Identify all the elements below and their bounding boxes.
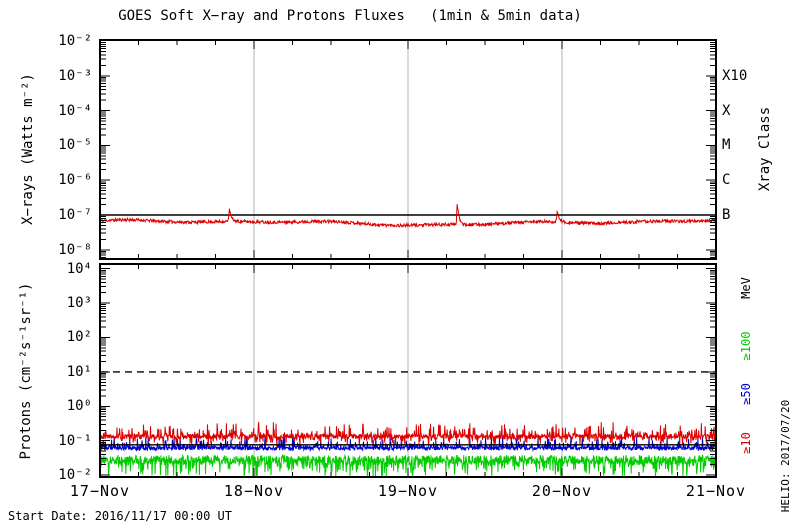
y-tick-label: 10⁻³ [58,68,92,84]
xray-class-label: X10 [722,68,748,84]
y-tick-label: 10⁻⁵ [58,137,92,153]
proton-energy-label: ≥10 [739,432,753,454]
xray-class-label: C [722,172,731,188]
y-tick-label: 10⁻⁴ [58,103,92,119]
start-date-note: Start Date: 2016/11/17 00:00 UT [8,509,232,523]
goes-flux-plot: GOES Soft X−ray and Protons Fluxes (1min… [0,0,800,530]
y-tick-label: 10⁴ [66,261,92,277]
xray-class-label: X [722,103,731,119]
chart-canvas [99,39,717,478]
helio-credit: HELIO: 2017/07/20 [779,399,792,513]
y-tick-label: 10⁻² [58,467,92,483]
y-tick-label: 10³ [66,295,92,311]
y-tick-label: 10⁻⁷ [58,207,92,223]
xray-class-label: M [722,137,731,153]
y-tick-label: 10¹ [66,364,92,380]
x-date-label: 19−Nov [377,482,439,500]
y-tick-label: 10⁻¹ [58,433,92,449]
y-tick-label: 10⁰ [66,398,92,414]
y-tick-label: 10⁻⁸ [58,242,92,258]
xray-class-label: B [722,207,731,223]
x-date-label: 17−Nov [69,482,131,500]
y-tick-label: 10⁻² [58,33,92,49]
x-date-label: 18−Nov [223,482,285,500]
figure-title: GOES Soft X−ray and Protons Fluxes (1min… [118,8,582,24]
x-date-label: 21−Nov [685,482,747,500]
x-date-label: 20−Nov [531,482,593,500]
y-tick-label: 10² [66,329,92,345]
y-tick-label: 10⁻⁶ [58,172,92,188]
